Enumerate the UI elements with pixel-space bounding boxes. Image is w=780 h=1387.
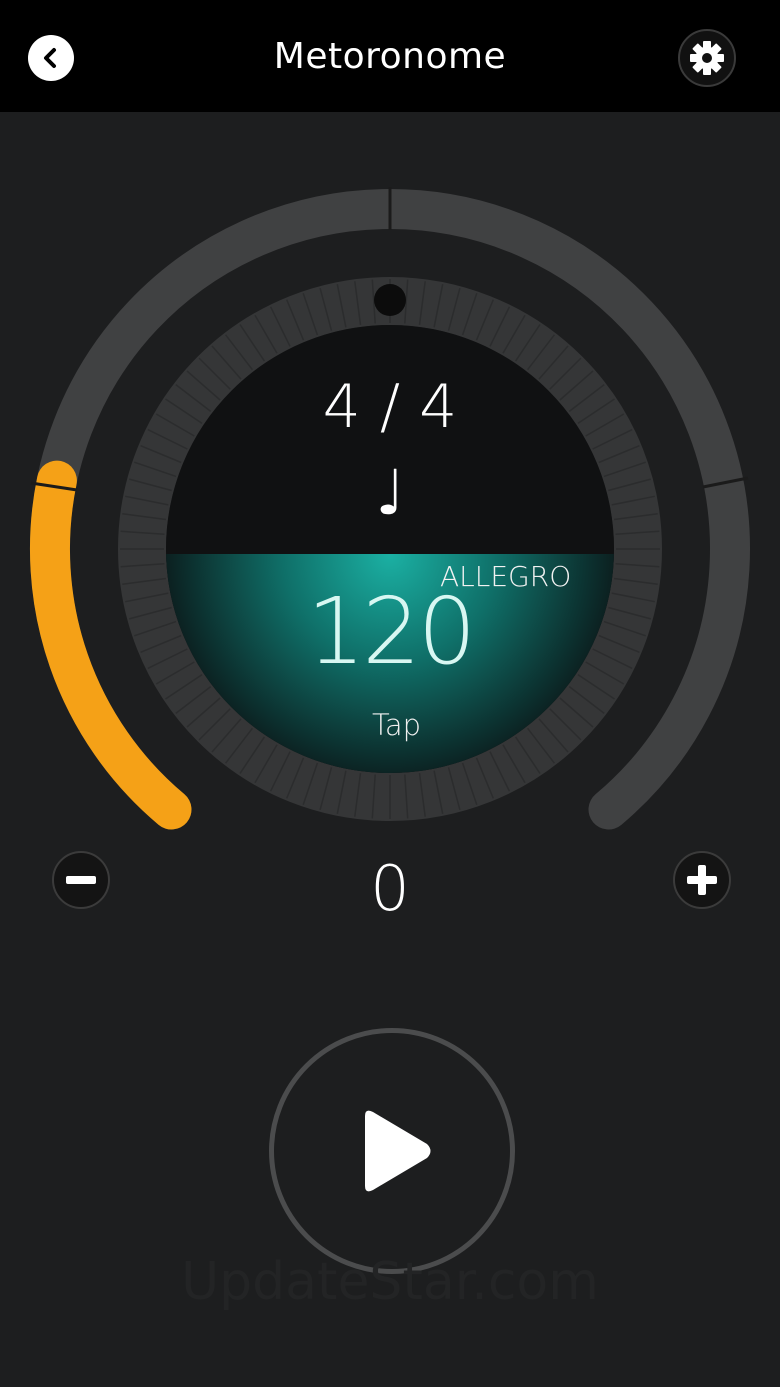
- page-title: Metoronome: [273, 35, 507, 77]
- bpm-value: 120: [306, 578, 477, 685]
- watermark: UpdateStar.com: [181, 1252, 599, 1312]
- beat-indicator-dot: [374, 284, 406, 316]
- gear-icon: [690, 41, 724, 75]
- beat-counter: 0: [370, 852, 410, 925]
- time-signature[interactable]: 4 / 4: [0, 372, 780, 442]
- play-icon: [365, 1110, 431, 1192]
- header-bar: Metoronome: [0, 0, 780, 112]
- play-button[interactable]: [269, 1028, 515, 1274]
- settings-button[interactable]: [678, 29, 736, 87]
- increase-button[interactable]: [673, 851, 731, 909]
- plus-icon: [687, 865, 717, 895]
- tap-button[interactable]: Tap: [372, 708, 421, 742]
- note-value[interactable]: ♩: [0, 462, 780, 524]
